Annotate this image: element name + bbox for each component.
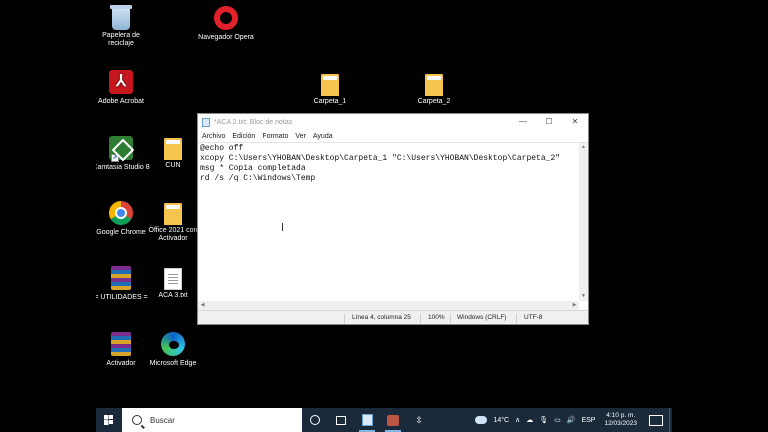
search-icon	[132, 415, 142, 425]
recycle-bin-icon	[110, 5, 132, 30]
scroll-left-icon[interactable]: ◀	[198, 301, 207, 310]
opera-icon	[214, 6, 238, 30]
winrar-icon	[111, 332, 131, 356]
folder-icon	[321, 74, 339, 96]
desktop: Papelera de reciclaje Navegador Opera ⅄ …	[96, 0, 672, 432]
status-zoom: 100%	[428, 314, 445, 321]
windows-logo-icon	[109, 415, 113, 419]
taskbar-search-box[interactable]: Buscar	[122, 408, 302, 432]
shortcut-arrow-icon: ↗	[111, 154, 119, 162]
status-line-endings: Windows (CRLF)	[457, 314, 507, 321]
taskbar-notepad-button[interactable]	[354, 408, 380, 432]
camtasia-icon: ↗	[109, 136, 133, 162]
desktop-icon-cun[interactable]: CUN	[141, 136, 205, 170]
status-separator	[450, 314, 451, 324]
desktop-icon-label: CUN	[165, 162, 181, 169]
close-button[interactable]: ✕	[562, 114, 588, 130]
microphone-icon[interactable]: 🎙	[539, 416, 548, 424]
scroll-up-icon[interactable]: ▲	[579, 143, 588, 152]
volume-icon[interactable]: 🔊	[567, 416, 576, 424]
notepad-icon	[361, 414, 373, 426]
adobe-acrobat-icon: ⅄	[109, 70, 133, 94]
onedrive-icon[interactable]: ☁	[526, 416, 533, 424]
scroll-right-icon[interactable]: ▶	[570, 301, 579, 310]
scroll-down-icon[interactable]: ▼	[579, 292, 588, 301]
desktop-icon-acrobat[interactable]: ⅄ Adobe Acrobat	[96, 70, 153, 106]
status-bar: Línea 4, columna 25 100% Windows (CRLF) …	[198, 310, 588, 324]
windows-logo-icon	[104, 420, 108, 424]
title-bar[interactable]: *ACA 2.txt: Bloc de notas — ☐ ✕	[198, 114, 588, 130]
language-indicator[interactable]: ESP	[581, 417, 595, 424]
desktop-icon-label: Office 2021 con Activador	[148, 227, 198, 242]
desktop-icon-label: Papelera de reciclaje	[102, 32, 140, 47]
notification-center-icon[interactable]	[649, 414, 663, 426]
status-encoding: UTF-8	[524, 314, 543, 321]
windows-logo-icon	[109, 420, 113, 424]
desktop-icon-edge[interactable]: Microsoft Edge	[141, 332, 205, 368]
menu-archivo[interactable]: Archivo	[202, 133, 225, 140]
cortana-button[interactable]	[302, 408, 328, 432]
taskbar-scroll-button[interactable]: ⇳	[406, 408, 432, 432]
scroll-arrows-icon: ⇳	[415, 414, 423, 425]
desktop-icon-office[interactable]: Office 2021 con Activador	[141, 201, 205, 243]
show-desktop-button[interactable]	[669, 408, 672, 432]
notepad-window[interactable]: *ACA 2.txt: Bloc de notas — ☐ ✕ Archivo …	[197, 113, 589, 325]
desktop-icon-label: Adobe Acrobat	[98, 98, 144, 105]
taskbar-app-button[interactable]	[380, 408, 406, 432]
taskbar: Buscar ⇳ 14°C ∧ ☁ 🎙 ▭ 🔊 ESP 4:10 p. m. 1…	[96, 408, 672, 432]
app-icon	[387, 414, 399, 426]
desktop-icon-opera[interactable]: Navegador Opera	[194, 6, 258, 42]
minimize-button[interactable]: —	[510, 114, 536, 130]
ibeam-cursor-icon	[282, 223, 283, 231]
winrar-icon	[111, 266, 131, 290]
task-view-icon	[336, 415, 346, 425]
folder-icon	[425, 74, 443, 96]
task-view-button[interactable]	[328, 408, 354, 432]
network-icon[interactable]: ▭	[554, 416, 561, 424]
clock-date: 12/03/2023	[604, 420, 637, 427]
system-tray: 14°C ∧ ☁ 🎙 ▭ 🔊 ESP 4:10 p. m. 12/03/2023	[475, 408, 672, 432]
text-editor-area[interactable]: @echo off xcopy C:\Users\YHOBAN\Desktop\…	[198, 142, 588, 310]
horizontal-scrollbar[interactable]: ◀ ▶	[198, 301, 579, 310]
weather-cloud-icon[interactable]	[475, 416, 488, 424]
status-cursor-position: Línea 4, columna 25	[352, 314, 411, 321]
desktop-icon-label: Microsoft Edge	[149, 360, 197, 367]
maximize-button[interactable]: ☐	[536, 114, 562, 130]
folder-icon	[164, 203, 182, 225]
desktop-icon-recycle-bin[interactable]: Papelera de reciclaje	[96, 5, 153, 48]
clock-time: 4:10 p. m.	[606, 412, 636, 419]
edge-icon	[161, 332, 185, 356]
menu-edicion[interactable]: Edición	[232, 133, 255, 140]
desktop-icon-aca3[interactable]: ACA 3.txt	[141, 266, 205, 300]
window-title: *ACA 2.txt: Bloc de notas	[214, 118, 293, 126]
start-button[interactable]	[96, 408, 122, 432]
folder-icon	[164, 138, 182, 160]
chrome-icon	[109, 201, 133, 225]
menu-bar: Archivo Edición Formato Ver Ayuda	[198, 130, 588, 142]
editor-text[interactable]: @echo off xcopy C:\Users\YHOBAN\Desktop\…	[200, 144, 560, 184]
desktop-icon-label: Navegador Opera	[198, 34, 254, 41]
menu-formato[interactable]: Formato	[262, 133, 288, 140]
notepad-icon	[202, 117, 210, 127]
desktop-icon-label: Carpeta_2	[417, 98, 451, 105]
desktop-icon-label: ACA 3.txt	[158, 292, 188, 299]
status-separator	[420, 314, 421, 324]
desktop-icon-carpeta-2[interactable]: Carpeta_2	[402, 72, 466, 106]
desktop-icon-carpeta-1[interactable]: Carpeta_1	[298, 72, 362, 106]
desktop-icon-label: Carpeta_1	[313, 98, 347, 105]
menu-ver[interactable]: Ver	[295, 133, 306, 140]
show-hidden-icons-chevron-icon[interactable]: ∧	[515, 416, 520, 424]
windows-logo-icon	[104, 415, 108, 419]
status-separator	[344, 314, 345, 324]
text-file-icon	[164, 268, 182, 290]
vertical-scrollbar[interactable]: ▲ ▼	[579, 143, 588, 301]
weather-temperature[interactable]: 14°C	[493, 417, 509, 424]
clock[interactable]: 4:10 p. m. 12/03/2023	[604, 412, 637, 428]
status-separator	[516, 314, 517, 324]
cortana-icon	[310, 415, 320, 425]
menu-ayuda[interactable]: Ayuda	[313, 133, 333, 140]
search-placeholder: Buscar	[150, 415, 175, 425]
